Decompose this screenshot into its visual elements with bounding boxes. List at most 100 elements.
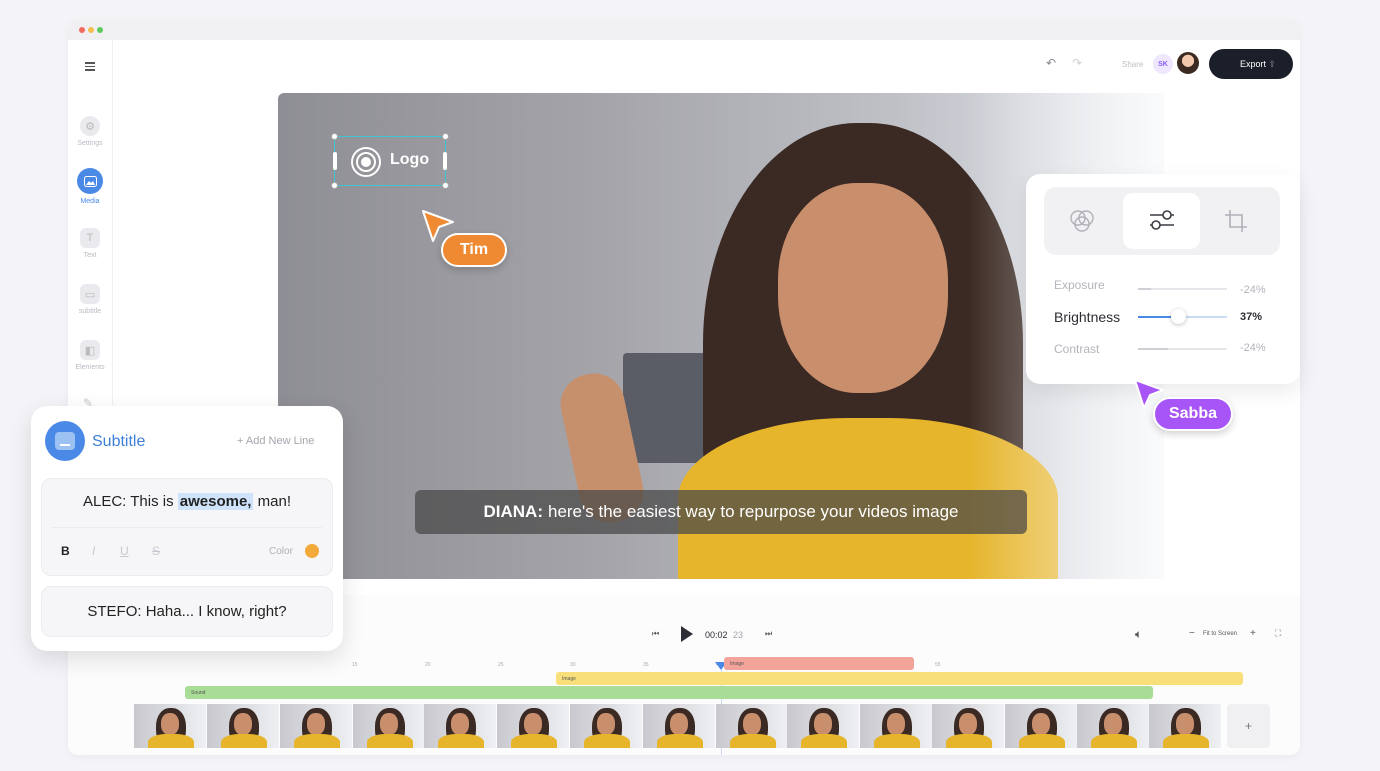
ruler-tick: 25 (498, 662, 504, 668)
collaborator-tag-sabba: Sabba (1153, 397, 1233, 431)
redo-icon[interactable]: ↷ (1072, 56, 1082, 70)
clip-thumbnail[interactable] (280, 704, 352, 748)
resize-handle[interactable] (442, 133, 449, 140)
clip-thumbnail[interactable] (1077, 704, 1149, 748)
bold-button[interactable]: B (61, 544, 70, 558)
undo-icon[interactable]: ↶ (1046, 56, 1056, 70)
add-clip-button[interactable]: + (1227, 704, 1270, 748)
ruler-tick: 55 (935, 662, 941, 668)
sidebar-item-subtitle[interactable]: ▭ subtitle (68, 284, 112, 315)
brightness-value: 37% (1240, 311, 1263, 323)
time-current: 00:02 (705, 630, 728, 640)
export-label: Export (1240, 59, 1267, 69)
zoom-in-button[interactable]: + (1250, 628, 1256, 639)
subtitle-panel-icon (45, 421, 85, 461)
strikethrough-button[interactable]: S (152, 544, 160, 558)
fullscreen-icon[interactable]: ⛶ (1275, 628, 1281, 639)
zoom-out-button[interactable]: − (1189, 628, 1195, 639)
ruler-tick: 35 (643, 662, 649, 668)
clip-thumbnail[interactable] (787, 704, 859, 748)
share-button[interactable]: Share (1122, 60, 1143, 69)
caption-speaker: DIANA: (483, 502, 543, 521)
subtitle-line-card[interactable]: ALEC: This is awesome, man! B I U S Colo… (41, 478, 333, 576)
fit-to-screen-label[interactable]: Fit to Screen (1203, 631, 1237, 637)
play-icon[interactable] (680, 625, 694, 643)
ruler-tick: 30 (570, 662, 576, 668)
image-icon (77, 168, 103, 194)
resize-handle[interactable] (331, 133, 338, 140)
export-button[interactable]: Export ⇪ (1209, 49, 1293, 79)
underline-button[interactable]: U (120, 544, 129, 558)
avatar-sk[interactable]: SK (1153, 54, 1173, 74)
logo-label: Logo (390, 151, 430, 168)
add-new-line-button[interactable]: + Add New Line (237, 435, 314, 447)
sidebar-item-label: Settings (77, 140, 103, 147)
sidebar-item-elements[interactable]: ◧ Elements (68, 340, 112, 371)
skip-forward-icon[interactable]: ⏭ (765, 629, 772, 639)
clip-thumbnail[interactable] (1149, 704, 1221, 748)
color-swatch[interactable] (305, 544, 319, 558)
brightness-slider[interactable] (1138, 309, 1227, 324)
skip-back-icon[interactable]: ⏮ (652, 629, 659, 639)
color-icon[interactable] (1069, 209, 1095, 233)
clip-thumbnail[interactable] (353, 704, 425, 748)
resize-handle[interactable] (333, 152, 337, 170)
sidebar-item-media[interactable]: Media (68, 168, 112, 205)
subtitle-text: man! (257, 493, 291, 510)
subtitle-icon: ▭ (80, 284, 100, 304)
clip-thumbnail[interactable] (207, 704, 279, 748)
resize-handle[interactable] (331, 182, 338, 189)
clip-thumbnail[interactable] (643, 704, 715, 748)
volume-icon[interactable]: 🔈︎ (1135, 627, 1142, 642)
collaborator-tag-tim: Tim (441, 233, 507, 267)
resize-handle[interactable] (442, 182, 449, 189)
hamburger-icon[interactable] (85, 62, 95, 71)
subtitle-highlight: awesome, (177, 493, 254, 510)
clip-thumbnail[interactable] (932, 704, 1004, 748)
elements-icon: ◧ (80, 340, 100, 360)
caption-overlay[interactable]: DIANA: here's the easiest way to repurpo… (415, 490, 1027, 534)
avatar[interactable] (1177, 52, 1199, 74)
subtitle-panel: Subtitle + Add New Line ALEC: This is aw… (31, 406, 343, 651)
add-clip-label: + (1244, 719, 1252, 733)
track-label: Image (562, 675, 576, 682)
ruler-tick: 20 (425, 662, 431, 668)
exposure-value: -24% (1240, 284, 1266, 296)
subtitle-line-card[interactable]: STEFO: Haha... I know, right? (41, 586, 333, 637)
contrast-slider-fill (1138, 348, 1168, 350)
brightness-slider-knob[interactable] (1171, 309, 1186, 324)
sidebar-item-text[interactable]: T Text (68, 228, 112, 259)
close-dot[interactable] (79, 27, 85, 33)
track-sound[interactable]: Sound (185, 686, 1153, 699)
adjustments-panel: Exposure -24% Brightness 37% Contrast -2… (1026, 174, 1300, 384)
subtitle-panel-title: Subtitle (92, 433, 146, 450)
sidebar-item-label: subtitle (78, 308, 102, 315)
sliders-icon (1150, 210, 1174, 230)
maximize-dot[interactable] (97, 27, 103, 33)
track-image-1[interactable]: Image (724, 657, 914, 670)
crop-icon[interactable] (1224, 209, 1248, 233)
clip-thumbnail[interactable] (570, 704, 642, 748)
ruler-tick: 15 (352, 662, 358, 668)
italic-button[interactable]: I (92, 544, 95, 558)
clip-thumbnail[interactable] (497, 704, 569, 748)
sidebar-item-label: Elements (75, 364, 105, 371)
clip-thumbnail[interactable] (424, 704, 496, 748)
tab-adjust[interactable] (1123, 193, 1200, 249)
clip-thumbnail[interactable] (1005, 704, 1077, 748)
window-titlebar (68, 20, 1300, 40)
logo-mark-icon (351, 147, 381, 177)
clip-thumbnail[interactable] (134, 704, 206, 748)
minimize-dot[interactable] (88, 27, 94, 33)
text-icon: T (80, 228, 100, 248)
caption-text: here's the easiest way to repurpose your… (547, 502, 959, 521)
sidebar-item-settings[interactable]: ⚙ Settings (68, 116, 112, 147)
contrast-slider[interactable] (1138, 348, 1227, 350)
track-image-2[interactable]: Image (556, 672, 1243, 685)
subtitle-line-1[interactable]: ALEC: This is awesome, man! (42, 493, 332, 510)
exposure-slider[interactable] (1138, 288, 1227, 290)
subtitle-line-2: STEFO: Haha... I know, right? (87, 603, 287, 620)
resize-handle[interactable] (443, 152, 447, 170)
clip-thumbnail[interactable] (716, 704, 788, 748)
clip-thumbnail[interactable] (860, 704, 932, 748)
